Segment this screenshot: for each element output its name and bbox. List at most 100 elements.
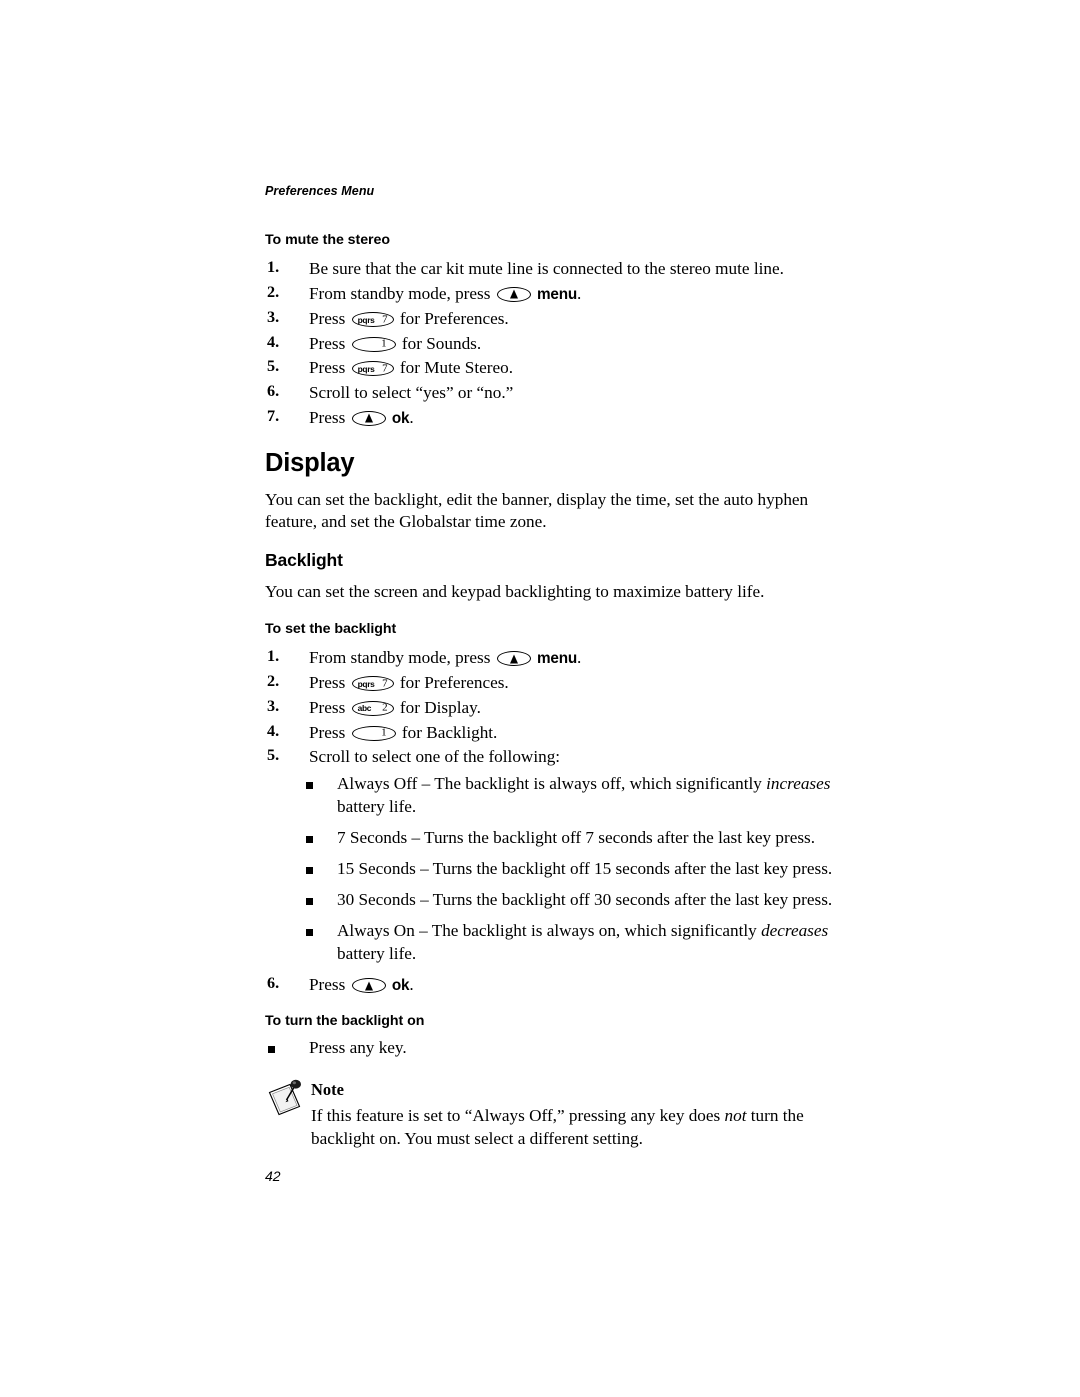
step-number: 3. bbox=[267, 308, 280, 327]
heading-to-turn-the-backlight-on: To turn the backlight on bbox=[265, 1013, 425, 1030]
steps-set-backlight-final: 6. Press ok. bbox=[265, 973, 845, 997]
keypad-key-2-icon: abc 2 bbox=[351, 700, 394, 716]
step-number: 7. bbox=[267, 406, 280, 425]
step-text-post: for Preferences. bbox=[399, 673, 509, 693]
key-digit: 2 bbox=[382, 701, 388, 714]
up-triangle-icon bbox=[509, 654, 518, 664]
keypad-key-1-icon: 1 bbox=[351, 336, 396, 352]
square-bullet-icon bbox=[306, 897, 313, 905]
option-text-emphasis: increases bbox=[766, 774, 831, 794]
step-text-post: for Preferences. bbox=[399, 309, 509, 329]
list-item: 30 Seconds – Turns the backlight off 30 … bbox=[265, 889, 867, 912]
step-item: 4. Press 1 for Sounds. bbox=[265, 332, 845, 355]
step-text-post: . bbox=[409, 407, 414, 427]
softkey-label-ok: ok bbox=[391, 409, 410, 427]
option-text-tail: battery life. bbox=[337, 797, 417, 817]
step-number: 4. bbox=[267, 721, 280, 740]
softkey-label-menu: menu bbox=[537, 285, 578, 303]
keypad-key-1-icon: 1 bbox=[351, 725, 396, 741]
step-number: 3. bbox=[267, 696, 280, 715]
note-callout: Note If this feature is set to “Always O… bbox=[265, 1080, 831, 1150]
heading-to-set-the-backlight: To set the backlight bbox=[265, 620, 397, 637]
step-text-pre: From standby mode, press bbox=[309, 648, 491, 668]
note-title: Note bbox=[311, 1080, 344, 1100]
step-item: 1. Be sure that the car kit mute line is… bbox=[265, 257, 845, 280]
key-letters: pqrs bbox=[357, 678, 375, 689]
step-text-pre: Press bbox=[309, 333, 346, 353]
step-text-pre: Press bbox=[309, 358, 346, 378]
square-bullet-icon bbox=[306, 836, 313, 844]
note-pin-icon bbox=[268, 1080, 301, 1116]
step-text-pre: From standby mode, press bbox=[309, 283, 491, 303]
step-item: 2. From standby mode, press menu. bbox=[265, 282, 845, 306]
square-bullet-icon bbox=[268, 1046, 275, 1054]
document-page: Preferences Menu To mute the stereo 1. B… bbox=[0, 0, 1080, 1397]
step-text-post: . bbox=[577, 283, 582, 303]
list-item: Always On – The backlight is always on, … bbox=[265, 920, 867, 966]
step-number: 2. bbox=[267, 672, 280, 691]
step-text-post: . bbox=[577, 648, 582, 668]
key-digit: 7 bbox=[382, 362, 388, 375]
list-item: Always Off – The backlight is always off… bbox=[265, 773, 867, 819]
softkey-icon bbox=[351, 410, 386, 426]
softkey-icon bbox=[351, 978, 386, 994]
option-text-lead: Always On – The backlight is always on, … bbox=[337, 920, 762, 940]
page-number: 42 bbox=[265, 1168, 281, 1184]
step-text-post: for Mute Stereo. bbox=[399, 358, 514, 378]
step-item: 5. Scroll to select one of the following… bbox=[265, 745, 845, 768]
up-triangle-icon bbox=[364, 413, 373, 423]
step-item: 3. Press abc 2 for Display. bbox=[265, 696, 845, 719]
option-text-tail: battery life. bbox=[337, 943, 417, 963]
list-item: Press any key. bbox=[265, 1037, 839, 1060]
step-number: 5. bbox=[267, 746, 280, 765]
bullet-text: Press any key. bbox=[309, 1038, 407, 1058]
page-content: To mute the stereo 1. Be sure that the c… bbox=[265, 232, 845, 1150]
up-triangle-icon bbox=[509, 289, 518, 299]
step-number: 2. bbox=[267, 282, 280, 301]
step-item: 1. From standby mode, press menu. bbox=[265, 646, 845, 670]
step-text-pre: Press bbox=[309, 673, 346, 693]
backlight-option-list: Always Off – The backlight is always off… bbox=[265, 773, 845, 965]
step-number: 1. bbox=[267, 258, 280, 277]
step-text-pre: Press bbox=[309, 407, 346, 427]
step-item: 7. Press ok. bbox=[265, 406, 845, 430]
step-number: 4. bbox=[267, 332, 280, 351]
step-text-post: for Backlight. bbox=[401, 722, 498, 742]
display-intro-paragraph: You can set the backlight, edit the bann… bbox=[265, 489, 809, 532]
key-digit: 7 bbox=[382, 313, 388, 326]
backlight-intro-paragraph: You can set the screen and keypad backli… bbox=[265, 582, 765, 602]
step-number: 5. bbox=[267, 357, 280, 376]
turn-on-bullet-list: Press any key. bbox=[265, 1037, 845, 1060]
option-text-lead: 30 Seconds – Turns the backlight off 30 … bbox=[337, 889, 833, 909]
key-letters: pqrs bbox=[357, 363, 375, 374]
heading-to-mute-the-stereo: To mute the stereo bbox=[265, 232, 390, 248]
note-body-emphasis: not bbox=[724, 1106, 747, 1126]
list-item: 7 Seconds – Turns the backlight off 7 se… bbox=[265, 827, 867, 850]
key-letters: pqrs bbox=[357, 314, 375, 325]
step-text-pre: Press bbox=[309, 309, 346, 329]
step-item: 2. Press pqrs 7 for Preferences. bbox=[265, 671, 845, 694]
step-text-pre: Press bbox=[309, 975, 346, 995]
keypad-key-7-icon: pqrs 7 bbox=[351, 361, 394, 377]
softkey-icon bbox=[496, 651, 531, 667]
step-text: Scroll to select one of the following: bbox=[309, 747, 561, 767]
option-text-emphasis: decreases bbox=[761, 920, 829, 940]
option-text-lead: 15 Seconds – Turns the backlight off 15 … bbox=[337, 858, 833, 878]
up-triangle-icon bbox=[364, 981, 373, 991]
step-item: 4. Press 1 for Backlight. bbox=[265, 721, 845, 744]
softkey-icon bbox=[496, 286, 531, 302]
step-item: 3. Press pqrs 7 for Preferences. bbox=[265, 307, 845, 330]
key-digit: 1 bbox=[381, 337, 387, 350]
keypad-key-7-icon: pqrs 7 bbox=[351, 312, 394, 328]
steps-mute-stereo: 1. Be sure that the car kit mute line is… bbox=[265, 257, 845, 429]
note-body-pre: If this feature is set to “Always Off,” … bbox=[311, 1106, 725, 1126]
list-item: 15 Seconds – Turns the backlight off 15 … bbox=[265, 858, 867, 881]
step-text: Scroll to select “yes” or “no.” bbox=[309, 382, 514, 402]
option-text-lead: Always Off – The backlight is always off… bbox=[337, 774, 767, 794]
step-item: 6. Scroll to select “yes” or “no.” bbox=[265, 381, 845, 404]
heading-display: Display bbox=[265, 449, 355, 478]
step-number: 6. bbox=[267, 381, 280, 400]
note-body: If this feature is set to “Always Off,” … bbox=[311, 1105, 816, 1150]
running-header: Preferences Menu bbox=[265, 184, 375, 198]
key-letters: abc bbox=[357, 703, 372, 714]
